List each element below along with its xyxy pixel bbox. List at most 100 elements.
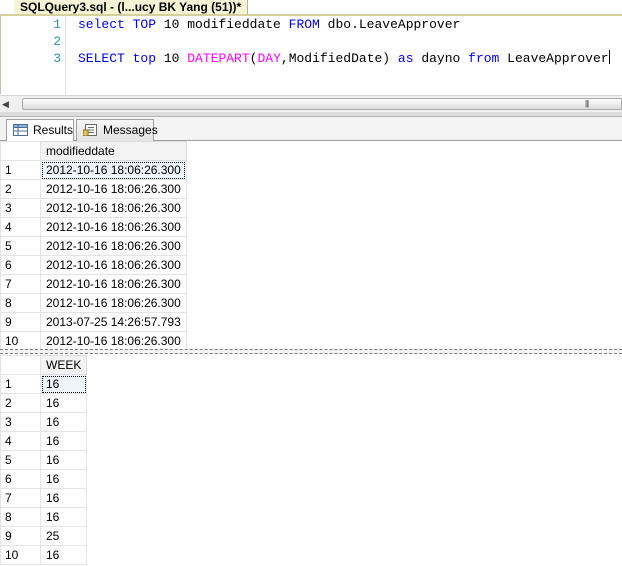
row-number[interactable]: 8 bbox=[0, 293, 41, 313]
table-row[interactable]: 9 2013-07-25 14:26:57.793 bbox=[0, 312, 187, 332]
row-number[interactable]: 3 bbox=[0, 412, 41, 432]
code-token: TOP bbox=[132, 17, 157, 32]
table-cell[interactable]: 2012-10-16 18:06:26.300 bbox=[40, 217, 187, 237]
code-token: ,ModifiedDate) bbox=[280, 51, 398, 66]
row-number[interactable]: 2 bbox=[0, 393, 41, 413]
line-number: 3 bbox=[53, 51, 61, 66]
table-row[interactable]: 3 2012-10-16 18:06:26.300 bbox=[0, 198, 187, 218]
scrollbar-thumb[interactable]: ||| bbox=[22, 98, 622, 110]
table-cell[interactable]: 16 bbox=[39, 545, 88, 565]
table-cell[interactable]: 2012-10-16 18:06:26.300 bbox=[40, 293, 187, 313]
table-cell[interactable]: 16 bbox=[39, 488, 88, 508]
grid-corner[interactable] bbox=[0, 141, 41, 161]
grid-corner[interactable] bbox=[0, 355, 41, 375]
row-number[interactable]: 7 bbox=[0, 488, 41, 508]
tab-messages-label: Messages bbox=[103, 123, 158, 137]
row-number[interactable]: 1 bbox=[0, 160, 41, 180]
row-number[interactable]: 6 bbox=[0, 255, 41, 275]
table-row[interactable]: 3 16 bbox=[0, 412, 88, 432]
row-number[interactable]: 6 bbox=[0, 469, 41, 489]
table-row[interactable]: 4 16 bbox=[0, 431, 88, 451]
table-row[interactable]: 9 25 bbox=[0, 526, 88, 546]
code-token: as bbox=[397, 51, 414, 66]
code-text: SELECT top 10 DATEPART(DAY,ModifiedDate)… bbox=[78, 50, 610, 67]
table-cell[interactable]: 16 bbox=[39, 412, 88, 432]
table-row[interactable]: 7 16 bbox=[0, 488, 88, 508]
code-token: from bbox=[468, 51, 500, 66]
table-row[interactable]: 6 16 bbox=[0, 469, 88, 489]
table-cell[interactable]: 16 bbox=[39, 431, 88, 451]
table-row[interactable]: 1 2012-10-16 18:06:26.300 bbox=[0, 160, 187, 180]
code-line[interactable]: 3 SELECT top 10 DATEPART(DAY,ModifiedDate… bbox=[1, 50, 622, 67]
table-cell[interactable]: 16 bbox=[39, 507, 88, 527]
code-token: SELECT bbox=[78, 51, 125, 66]
table-cell[interactable]: 2012-10-16 18:06:26.300 bbox=[40, 198, 187, 218]
code-line[interactable]: 1 select TOP 10 modifieddate FROM dbo.Lea… bbox=[1, 16, 622, 33]
code-token: DATEPART bbox=[187, 51, 250, 66]
row-number[interactable]: 4 bbox=[0, 431, 41, 451]
table-cell[interactable]: 16 bbox=[39, 374, 88, 394]
table-cell[interactable]: 2012-10-16 18:06:26.300 bbox=[40, 179, 187, 199]
results-pane-splitter[interactable] bbox=[0, 349, 622, 354]
results-grid-2: WEEK 1 16 2 16 3 16 4 16 5 16 6 16 7 16 8 16 9 25 10 16 bbox=[0, 355, 88, 565]
code-token: dayno bbox=[413, 51, 469, 66]
row-number[interactable]: 5 bbox=[0, 450, 41, 470]
table-row[interactable]: 1 16 bbox=[0, 374, 88, 394]
messages-icon bbox=[83, 124, 97, 136]
table-cell[interactable]: 16 bbox=[39, 469, 88, 489]
row-number[interactable]: 1 bbox=[0, 374, 41, 394]
document-tab[interactable]: SQLQuery3.sql - (l...ucy BK Yang (51))* bbox=[14, 0, 249, 15]
table-row[interactable]: 6 2012-10-16 18:06:26.300 bbox=[0, 255, 187, 275]
table-cell[interactable]: 2012-10-16 18:06:26.300 bbox=[40, 274, 187, 294]
table-cell[interactable]: 16 bbox=[39, 393, 88, 413]
document-tab-strip: SQLQuery3.sql - (l...ucy BK Yang (51))* bbox=[0, 0, 622, 16]
line-number: 1 bbox=[53, 17, 61, 32]
code-token: FROM bbox=[288, 17, 320, 32]
row-number[interactable]: 10 bbox=[0, 331, 41, 351]
code-text: select TOP 10 modifieddate FROM dbo.Leav… bbox=[78, 16, 460, 33]
scroll-left-arrow-icon[interactable]: ◀ bbox=[2, 99, 9, 110]
table-row[interactable]: 10 16 bbox=[0, 545, 88, 565]
tab-results[interactable]: Results bbox=[6, 119, 74, 142]
table-row[interactable]: 10 2012-10-16 18:06:26.300 bbox=[0, 331, 187, 351]
table-cell[interactable]: 2012-10-16 18:06:26.300 bbox=[40, 236, 187, 256]
table-cell[interactable]: 2012-10-16 18:06:26.300 bbox=[40, 331, 187, 351]
tab-results-label: Results bbox=[33, 123, 74, 137]
editor-horizontal-scrollbar[interactable]: ◀ ||| bbox=[0, 95, 622, 112]
row-number[interactable]: 4 bbox=[0, 217, 41, 237]
table-cell[interactable]: 2013-07-25 14:26:57.793 bbox=[40, 312, 187, 332]
table-cell[interactable]: 2012-10-16 18:06:26.300 bbox=[40, 160, 187, 180]
column-header-modifieddate[interactable]: modifieddate bbox=[40, 141, 187, 161]
table-cell[interactable]: 2012-10-16 18:06:26.300 bbox=[40, 255, 187, 275]
table-row[interactable]: 8 16 bbox=[0, 507, 88, 527]
code-line[interactable]: 2 bbox=[1, 33, 622, 50]
line-number: 2 bbox=[53, 34, 61, 49]
code-token: LeaveApprover bbox=[499, 51, 609, 66]
table-row[interactable]: 4 2012-10-16 18:06:26.300 bbox=[0, 217, 187, 237]
row-number[interactable]: 3 bbox=[0, 198, 41, 218]
code-token: 10 bbox=[156, 51, 188, 66]
code-token: dbo.LeaveApprover bbox=[319, 17, 461, 32]
results-tab-bar: Results Messages bbox=[0, 117, 622, 142]
tab-messages[interactable]: Messages bbox=[76, 119, 158, 141]
table-row[interactable]: 7 2012-10-16 18:06:26.300 bbox=[0, 274, 187, 294]
table-cell[interactable]: 16 bbox=[39, 450, 88, 470]
row-number[interactable]: 7 bbox=[0, 274, 41, 294]
row-number[interactable]: 5 bbox=[0, 236, 41, 256]
table-row[interactable]: 2 2012-10-16 18:06:26.300 bbox=[0, 179, 187, 199]
row-number[interactable]: 9 bbox=[0, 312, 41, 332]
column-header-week[interactable]: WEEK bbox=[39, 355, 88, 375]
table-row[interactable]: 8 2012-10-16 18:06:26.300 bbox=[0, 293, 187, 313]
table-row[interactable]: 2 16 bbox=[0, 393, 88, 413]
table-row[interactable]: 5 2012-10-16 18:06:26.300 bbox=[0, 236, 187, 256]
row-number[interactable]: 9 bbox=[0, 526, 41, 546]
code-token: top bbox=[132, 51, 157, 66]
row-number[interactable]: 10 bbox=[0, 545, 41, 565]
row-number[interactable]: 8 bbox=[0, 507, 41, 527]
row-number[interactable]: 2 bbox=[0, 179, 41, 199]
table-cell[interactable]: 25 bbox=[39, 526, 88, 546]
table-row[interactable]: 5 16 bbox=[0, 450, 88, 470]
query-editor[interactable]: 1 select TOP 10 modifieddate FROM dbo.Lea… bbox=[0, 16, 622, 94]
